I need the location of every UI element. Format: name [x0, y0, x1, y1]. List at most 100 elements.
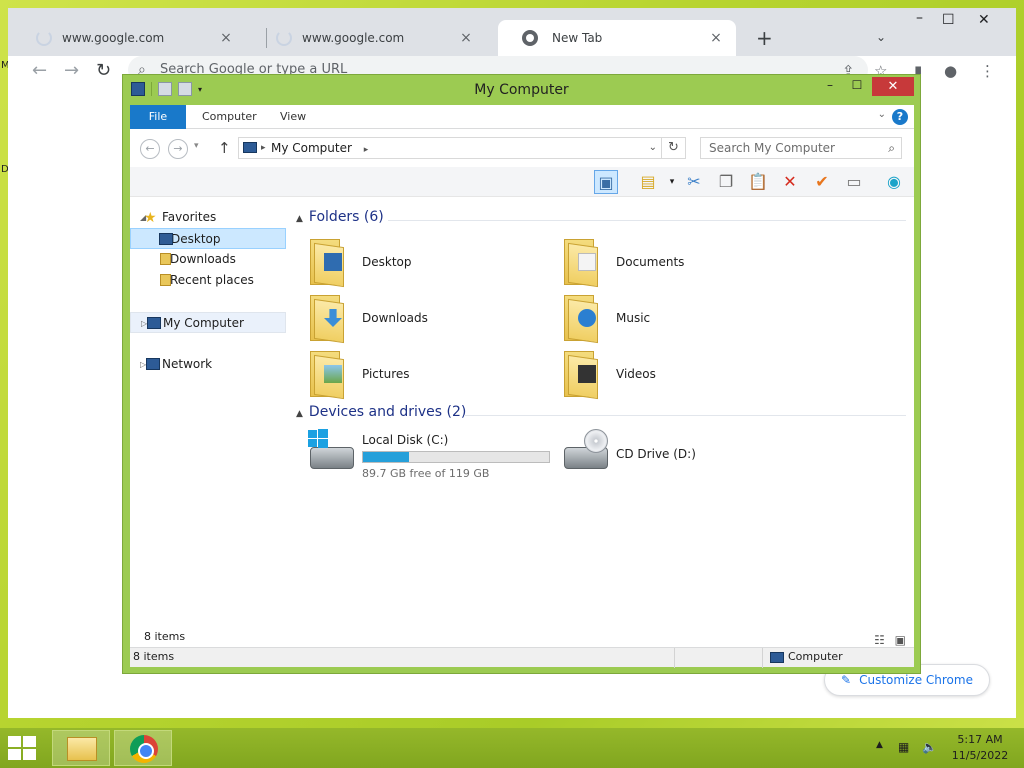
expand-ribbon-chevron-icon[interactable]: ⌄ — [878, 109, 886, 120]
copy-icon[interactable]: ❐ — [714, 170, 738, 194]
large-icons-view-icon[interactable]: ▣ — [895, 633, 906, 647]
up-arrow-icon[interactable]: ↑ — [218, 139, 231, 157]
profile-avatar-icon[interactable]: ● — [944, 62, 957, 80]
minimize-icon[interactable]: – — [823, 78, 837, 96]
drive-cd-d[interactable]: CD Drive (D:) — [558, 429, 808, 489]
folder-documents[interactable]: Documents — [558, 237, 798, 289]
group-header-devices[interactable]: ▲ Devices and drives (2) — [296, 404, 906, 426]
breadcrumb-my-computer[interactable]: My Computer — [271, 141, 352, 155]
recent-locations-chevron-icon[interactable]: ▾ — [194, 141, 199, 151]
address-dropdown-icon[interactable]: ⌄ — [649, 138, 657, 158]
content-pane: ▲ Folders (6) Desktop Documents Downloads… — [296, 197, 908, 617]
divider — [464, 415, 906, 416]
tab-title: www.google.com — [302, 31, 405, 45]
select-all-check-icon[interactable]: ✔ — [810, 170, 834, 194]
tab-computer[interactable]: Computer — [188, 105, 271, 129]
drive-local-disk-c[interactable]: Local Disk (C:) 89.7 GB free of 119 GB — [304, 429, 554, 489]
start-windows-logo-icon[interactable] — [8, 736, 38, 762]
delete-icon[interactable]: ✕ — [778, 170, 802, 194]
sidebar-item-recent-places[interactable]: Recent places — [130, 270, 286, 291]
sidebar-item-label: Favorites — [162, 210, 217, 224]
folder-label: Documents — [616, 255, 685, 269]
volume-icon[interactable]: 🔈 — [922, 740, 937, 754]
breadcrumb-chevron-icon[interactable]: ▸ — [261, 138, 266, 158]
file-explorer-icon — [67, 737, 97, 761]
tab-google-2[interactable]: www.google.com × — [248, 20, 486, 56]
address-row: ← → ▾ ↑ ▸ My Computer ▸ ⌄ ↻ Search My Co… — [130, 129, 914, 167]
folder-videos[interactable]: Videos — [558, 349, 798, 401]
ribbon-tabs: File Computer View ⌄ ? — [130, 105, 914, 129]
group-header-folders[interactable]: ▲ Folders (6) — [296, 209, 906, 231]
breadcrumb-chevron-icon[interactable]: ▸ — [364, 145, 369, 155]
desktop-icon — [159, 233, 173, 245]
folder-pictures[interactable]: Pictures — [304, 349, 544, 401]
star-icon: ★ — [144, 210, 157, 226]
loading-spinner-icon — [276, 30, 292, 46]
tab-search-icon[interactable]: ⌄ — [876, 30, 886, 44]
forward-arrow-icon[interactable]: → — [64, 60, 79, 81]
sidebar-item-favorites[interactable]: ◢ ★ Favorites — [130, 207, 286, 228]
network-globe-icon[interactable]: ◉ — [882, 170, 906, 194]
search-icon: ⌕ — [888, 141, 895, 155]
explorer-titlebar[interactable]: ▾ My Computer – ☐ ✕ — [123, 75, 920, 105]
music-folder-icon — [564, 295, 604, 344]
address-bar[interactable]: ▸ My Computer ▸ ⌄ — [238, 137, 662, 159]
back-arrow-icon[interactable]: ← — [32, 60, 47, 81]
tab-google-1[interactable]: www.google.com × — [8, 20, 246, 56]
explorer-window-title: My Computer — [474, 82, 569, 98]
rename-icon[interactable]: ▭ — [842, 170, 866, 194]
folder-desktop[interactable]: Desktop — [304, 237, 544, 289]
navigation-pane-icon[interactable]: ▣ — [594, 170, 618, 194]
sidebar-item-network[interactable]: ▷ Network — [130, 354, 286, 375]
paste-icon[interactable]: 📋 — [746, 170, 770, 194]
reload-icon[interactable]: ↻ — [96, 60, 111, 81]
system-clock[interactable]: 5:17 AM 11/5/2022 — [944, 732, 1016, 764]
forward-arrow-icon[interactable]: → — [168, 139, 188, 159]
search-placeholder: Search My Computer — [709, 141, 835, 155]
maximize-icon[interactable]: ☐ — [942, 12, 955, 28]
folder-downloads[interactable]: Downloads — [304, 293, 544, 345]
network-status-icon[interactable]: ▦ — [898, 740, 909, 754]
tab-close-icon[interactable]: × — [218, 30, 234, 46]
properties-dropdown-icon[interactable]: ▾ — [660, 170, 684, 194]
computer-icon — [243, 142, 257, 153]
back-arrow-icon[interactable]: ← — [140, 139, 160, 159]
sidebar-item-downloads[interactable]: Downloads — [130, 249, 286, 270]
search-input[interactable]: Search My Computer ⌕ — [700, 137, 902, 159]
tab-close-icon[interactable]: × — [708, 30, 724, 46]
folder-music[interactable]: Music — [558, 293, 798, 345]
collapse-triangle-icon[interactable]: ▲ — [296, 214, 303, 224]
sidebar-item-desktop[interactable]: Desktop — [130, 228, 286, 249]
properties-folder-icon[interactable]: ▤ — [636, 170, 660, 194]
tab-close-icon[interactable]: × — [458, 30, 474, 46]
sidebar-item-label: Network — [162, 357, 213, 371]
folder-label: Desktop — [362, 255, 412, 269]
item-count: 8 items ☷ ▣ — [130, 627, 914, 647]
cut-icon[interactable]: ✂ — [682, 170, 706, 194]
help-icon[interactable]: ? — [892, 109, 908, 125]
tab-file[interactable]: File — [130, 105, 186, 129]
show-hidden-icons-icon[interactable]: ▲ — [876, 740, 883, 750]
maximize-icon[interactable]: ☐ — [849, 78, 865, 96]
folder-label: Downloads — [362, 311, 428, 325]
downloads-folder-icon — [310, 295, 350, 344]
minimize-icon[interactable]: – — [916, 10, 923, 26]
taskbar-file-explorer[interactable] — [52, 730, 110, 766]
hard-drive-icon — [310, 447, 354, 469]
close-icon[interactable]: ✕ — [872, 77, 914, 96]
disk-usage-fill — [363, 452, 409, 462]
taskbar-chrome[interactable] — [114, 730, 172, 766]
divider — [388, 220, 906, 221]
close-icon[interactable]: ✕ — [978, 12, 990, 28]
tab-view[interactable]: View — [266, 105, 320, 129]
refresh-icon[interactable]: ↻ — [662, 137, 686, 159]
sidebar-item-my-computer[interactable]: ▷ My Computer — [130, 312, 286, 333]
collapse-triangle-icon[interactable]: ▲ — [296, 409, 303, 419]
details-view-icon[interactable]: ☷ — [874, 633, 885, 647]
menu-kebab-icon[interactable]: ⋮ — [980, 62, 995, 80]
explorer-body: File Computer View ⌄ ? ← → ▾ ↑ ▸ My Comp… — [130, 105, 914, 668]
new-tab-button[interactable]: + — [756, 26, 773, 50]
status-bar: 8 items Computer — [130, 647, 914, 668]
tab-new-tab[interactable]: New Tab × — [498, 20, 736, 56]
group-header-label: Devices and drives (2) — [308, 404, 467, 420]
